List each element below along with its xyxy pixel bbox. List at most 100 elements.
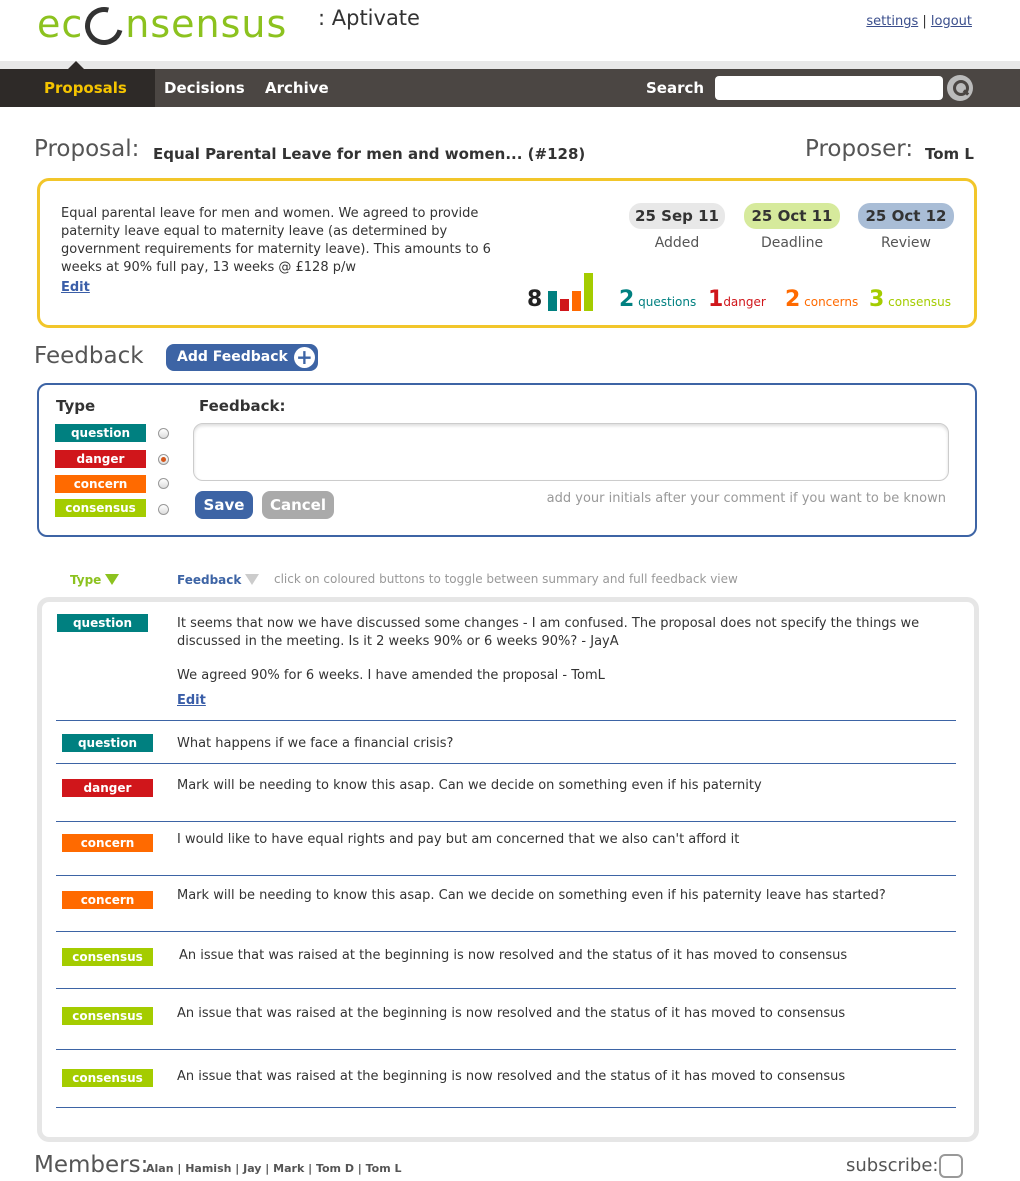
row-divider bbox=[56, 821, 956, 822]
nav-archive[interactable]: Archive bbox=[265, 69, 329, 107]
stat-concerns-count: 2 bbox=[785, 287, 801, 312]
sort-feedback-label: Feedback bbox=[177, 573, 242, 587]
feedback-text: It seems that now we have discussed some… bbox=[177, 616, 920, 649]
account-links: settings | logout bbox=[866, 14, 972, 29]
review-date: 25 Oct 12 bbox=[858, 203, 954, 229]
sort-by-feedback[interactable]: Feedback bbox=[177, 573, 260, 587]
edit-feedback-link[interactable]: Edit bbox=[177, 693, 206, 708]
proposal-description-text: Equal parental leave for men and women. … bbox=[61, 206, 491, 275]
feedback-bars-icon bbox=[548, 271, 594, 311]
proposer-heading: Proposer: bbox=[805, 136, 914, 162]
row-divider bbox=[56, 988, 956, 989]
stat-danger-label: danger bbox=[723, 295, 766, 309]
proposer-name: Tom L bbox=[925, 145, 974, 163]
subscribe-checkbox[interactable] bbox=[939, 1154, 963, 1178]
sort-type-label: Type bbox=[70, 573, 102, 587]
nav-proposals[interactable]: Proposals bbox=[0, 61, 155, 107]
type-label: Type bbox=[56, 397, 96, 415]
row-divider bbox=[56, 1049, 956, 1050]
bar-consensus-icon bbox=[584, 273, 593, 311]
radio-concern[interactable] bbox=[158, 478, 169, 489]
row-divider bbox=[56, 931, 956, 932]
proposal-description: Equal parental leave for men and women. … bbox=[61, 205, 491, 297]
stat-concerns: 2 concerns bbox=[785, 287, 858, 312]
feedback-text: Mark will be needing to know this asap. … bbox=[177, 778, 762, 793]
feedback-text: Mark will be needing to know this asap. … bbox=[177, 888, 886, 903]
feedback-type-button[interactable]: danger bbox=[62, 779, 153, 797]
plus-icon: + bbox=[293, 347, 315, 368]
feedback-text: I would like to have equal rights and pa… bbox=[177, 832, 740, 847]
feedback-type-button[interactable]: concern bbox=[62, 891, 153, 909]
sort-by-type[interactable]: Type bbox=[70, 573, 120, 587]
feedback-type-button[interactable]: consensus bbox=[62, 1007, 153, 1025]
row-divider bbox=[56, 875, 956, 876]
feedback-type-button[interactable]: concern bbox=[62, 834, 153, 852]
row-divider bbox=[56, 763, 956, 764]
deadline-date: 25 Oct 11 bbox=[744, 203, 840, 229]
organisation-name: : Aptivate bbox=[318, 6, 420, 30]
save-button[interactable]: Save bbox=[195, 491, 253, 519]
sort-inactive-icon bbox=[245, 574, 260, 585]
feedback-text: An issue that was raised at the beginnin… bbox=[177, 1006, 846, 1021]
members-heading: Members: bbox=[34, 1152, 149, 1178]
settings-link[interactable]: settings bbox=[866, 14, 918, 29]
feedback-type-button[interactable]: question bbox=[62, 734, 153, 752]
proposal-title: Equal Parental Leave for men and women..… bbox=[153, 145, 586, 163]
feedback-text: What happens if we face a financial cris… bbox=[177, 736, 454, 751]
stat-concerns-label: concerns bbox=[804, 295, 859, 309]
bar-concerns-icon bbox=[572, 291, 581, 311]
type-option-concern[interactable]: concern bbox=[55, 475, 146, 493]
logout-link[interactable]: logout bbox=[931, 14, 972, 29]
logo: ec nsensus bbox=[37, 0, 287, 52]
add-feedback-label: Add Feedback bbox=[177, 349, 288, 365]
row-divider bbox=[56, 1107, 956, 1108]
added-date: 25 Sep 11 bbox=[629, 203, 725, 229]
radio-danger[interactable] bbox=[158, 454, 169, 465]
stat-consensus-label: consensus bbox=[888, 295, 952, 309]
feedback-textarea[interactable] bbox=[193, 423, 949, 481]
edit-proposal-link[interactable]: Edit bbox=[61, 279, 90, 297]
search-input[interactable] bbox=[715, 76, 943, 100]
added-caption: Added bbox=[654, 235, 700, 251]
logo-ring-icon bbox=[78, 0, 131, 52]
feedback-type-button[interactable]: consensus bbox=[62, 1069, 153, 1087]
feedback-total: 8 bbox=[527, 287, 543, 312]
bar-danger-icon bbox=[560, 299, 569, 311]
stat-danger-count: 1 bbox=[708, 287, 724, 312]
nav-shadow bbox=[0, 61, 1020, 69]
feedback-hint: add your initials after your comment if … bbox=[546, 491, 946, 506]
type-option-question[interactable]: question bbox=[55, 424, 146, 442]
main-nav: Proposals Decisions Archive Search bbox=[0, 61, 1020, 107]
stat-questions: 2 questions bbox=[619, 287, 696, 312]
stat-danger: 1danger bbox=[708, 287, 766, 312]
stat-questions-label: questions bbox=[638, 295, 697, 309]
feedback-text: An issue that was raised at the beginnin… bbox=[179, 948, 848, 963]
feedback-type-button[interactable]: question bbox=[57, 614, 148, 632]
link-separator: | bbox=[922, 14, 927, 29]
add-feedback-button[interactable]: Add Feedback + bbox=[166, 344, 318, 371]
feedback-type-button[interactable]: consensus bbox=[62, 948, 153, 966]
members-list: Alan | Hamish | Jay | Mark | Tom D | Tom… bbox=[146, 1162, 402, 1175]
stat-consensus-count: 3 bbox=[869, 287, 885, 312]
cancel-button[interactable]: Cancel bbox=[262, 491, 334, 519]
search-label: Search bbox=[646, 79, 705, 97]
radio-question[interactable] bbox=[158, 428, 169, 439]
type-option-consensus[interactable]: consensus bbox=[55, 499, 146, 517]
search-icon[interactable] bbox=[947, 75, 973, 101]
toggle-hint: click on coloured buttons to toggle betw… bbox=[274, 572, 738, 586]
stat-consensus: 3 consensus bbox=[869, 287, 951, 312]
feedback-reply: We agreed 90% for 6 weeks. I have amende… bbox=[177, 668, 605, 683]
proposal-heading: Proposal: bbox=[34, 136, 140, 162]
feedback-text: An issue that was raised at the beginnin… bbox=[177, 1069, 846, 1084]
type-option-danger[interactable]: danger bbox=[55, 450, 146, 468]
bar-questions-icon bbox=[548, 291, 557, 311]
feedback-heading: Feedback bbox=[34, 343, 144, 369]
review-caption: Review bbox=[881, 235, 931, 251]
feedback-form: Type Feedback: question danger concern c… bbox=[37, 383, 977, 537]
row-divider bbox=[56, 720, 956, 721]
feedback-label: Feedback: bbox=[199, 397, 286, 415]
radio-consensus[interactable] bbox=[158, 504, 169, 515]
nav-decisions[interactable]: Decisions bbox=[164, 69, 245, 107]
proposal-summary: Equal parental leave for men and women. … bbox=[37, 178, 977, 328]
feedback-list: question It seems that now we have discu… bbox=[37, 597, 979, 1142]
